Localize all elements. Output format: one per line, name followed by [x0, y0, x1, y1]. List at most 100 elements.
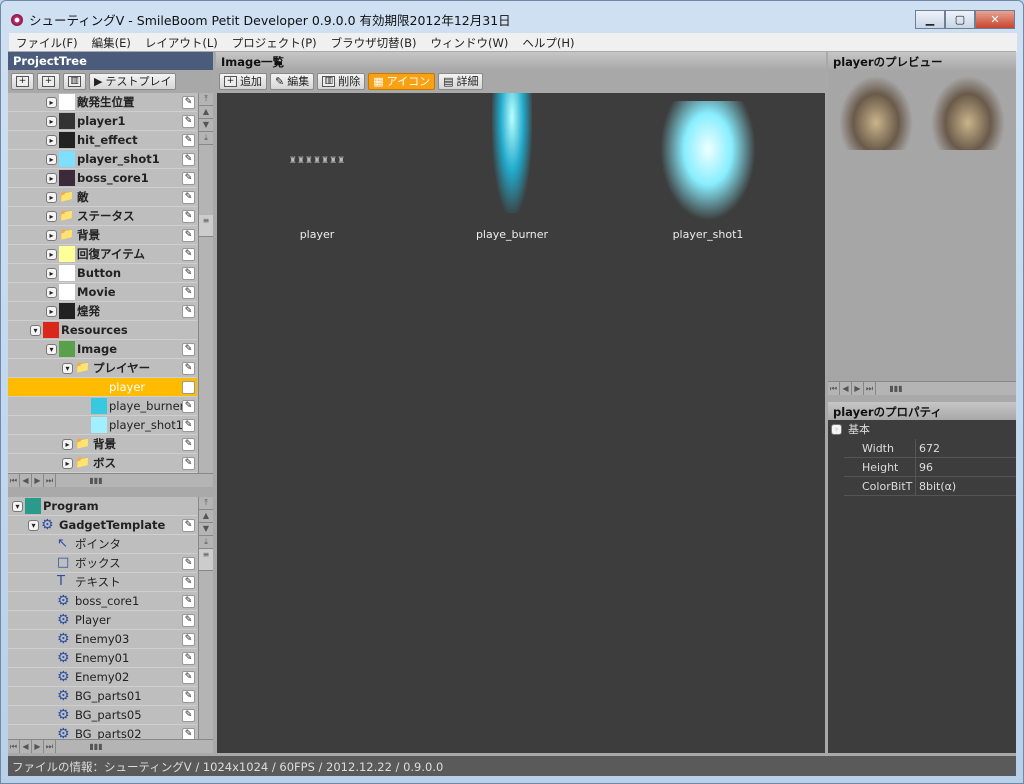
expand-icon[interactable]: ▸ [62, 438, 73, 450]
pencil-icon[interactable]: ✎ [182, 381, 195, 394]
menu-edit[interactable]: 編集(E) [85, 35, 138, 51]
tree-item[interactable]: ▸ 📁 敵 ✎ [8, 188, 197, 207]
tree-item[interactable]: ⚙ BG_parts05 ✎ [8, 706, 197, 725]
tree-item[interactable]: ▸ boss_core1 ✎ [8, 169, 197, 188]
expand-icon[interactable]: ▸ [46, 210, 57, 222]
detail-view-button[interactable]: ▤ 詳細 [438, 72, 484, 90]
tree-item[interactable]: T テキスト ✎ [8, 573, 197, 592]
collapse-icon[interactable]: ▾ [28, 519, 39, 531]
expand-icon[interactable]: ▸ [46, 191, 57, 203]
property-row[interactable]: Height 96 [844, 458, 1016, 477]
pencil-icon[interactable]: ✎ [182, 419, 195, 432]
edit-button[interactable]: ✎ 編集 [270, 72, 315, 90]
pencil-icon[interactable]: ✎ [182, 652, 195, 665]
delete-button[interactable]: ▥ 削除 [317, 72, 366, 90]
tree-item[interactable]: playe_burner ✎ [8, 397, 197, 416]
menu-file[interactable]: ファイル(F) [9, 35, 85, 51]
pencil-icon[interactable]: ✎ [182, 595, 195, 608]
property-row[interactable]: ColorBitT 8bit(α) [844, 477, 1016, 496]
tree-item[interactable]: □ ボックス ✎ [8, 554, 197, 573]
expand-icon[interactable]: ▸ [46, 286, 57, 298]
pencil-icon[interactable]: ✎ [182, 400, 195, 413]
tree-item[interactable]: ▸ player_shot1 ✎ [8, 150, 197, 169]
collapse-icon[interactable]: ▾ [46, 343, 57, 355]
pencil-icon[interactable]: ✎ [182, 229, 195, 242]
testplay-button[interactable]: ▶ テストプレイ [89, 72, 177, 90]
tree-item[interactable]: ⚙ boss_core1 ✎ [8, 592, 197, 611]
menu-help[interactable]: ヘルプ(H) [515, 35, 581, 51]
pencil-icon[interactable]: ✎ [182, 134, 195, 147]
maximize-button[interactable]: ▢ [945, 10, 975, 29]
tree-item[interactable]: ▾ Resources [8, 321, 197, 340]
tree-item[interactable]: ▸ Button ✎ [8, 264, 197, 283]
tree-item[interactable]: ⚙ Enemy03 ✎ [8, 630, 197, 649]
pencil-icon[interactable]: ✎ [182, 576, 195, 589]
minimize-button[interactable]: ▁ [915, 10, 945, 29]
tree-item[interactable]: ▸ 📁 背景 ✎ [8, 226, 197, 245]
pencil-icon[interactable]: ✎ [182, 191, 195, 204]
tree-item[interactable]: ▾ Program [8, 497, 197, 516]
tree-item[interactable]: ▸ 敵発生位置 ✎ [8, 93, 197, 112]
collapse-icon[interactable]: ▾ [12, 500, 23, 512]
expand-icon[interactable]: ▸ [46, 172, 57, 184]
expand-icon[interactable]: ▸ [46, 96, 57, 108]
tree-item[interactable]: ▸ player1 ✎ [8, 112, 197, 131]
pencil-icon[interactable]: ✎ [182, 709, 195, 722]
pencil-icon[interactable]: ✎ [182, 519, 195, 532]
vertical-scrollbar[interactable]: ⤒ ▲ ▼ ⤓ ≡ [198, 93, 213, 473]
tree-item[interactable]: player_shot1 ✎ [8, 416, 197, 435]
tree-item[interactable]: ▾ 📁 プレイヤー ✎ [8, 359, 197, 378]
pencil-icon[interactable]: ✎ [182, 115, 195, 128]
pencil-icon[interactable]: ✎ [182, 305, 195, 318]
pencil-icon[interactable]: ✎ [182, 267, 195, 280]
program-scrollbar[interactable]: ⤒ ▲ ▼ ⤓ ≡ [198, 497, 213, 739]
collapse-icon[interactable]: ▾ [62, 362, 73, 374]
pencil-icon[interactable]: ✎ [182, 438, 195, 451]
tree-item[interactable]: ↖ ポインタ [8, 535, 197, 554]
menu-project[interactable]: プロジェクト(P) [225, 35, 324, 51]
new-folder-button[interactable]: + [11, 72, 34, 90]
expand-icon[interactable]: ▸ [46, 248, 57, 260]
tree-item[interactable]: ⚙ BG_parts02 ✎ [8, 725, 197, 739]
menu-browser[interactable]: ブラウザ切替(B) [324, 35, 424, 51]
tree-item[interactable]: ⚙ Enemy01 ✎ [8, 649, 197, 668]
expand-icon[interactable]: ▸ [46, 115, 57, 127]
new-item-button[interactable]: + [37, 72, 60, 90]
property-row[interactable]: Width 672 [844, 439, 1016, 458]
tree-item[interactable]: player ✎ [8, 378, 197, 397]
pencil-icon[interactable]: ✎ [182, 248, 195, 261]
delete-item-button[interactable]: ▥ [63, 72, 86, 90]
collapse-icon[interactable]: ▾ [30, 324, 41, 336]
tree-item[interactable]: ▾ Image ✎ [8, 340, 197, 359]
pencil-icon[interactable]: ✎ [182, 614, 195, 627]
tree-nav-bar[interactable]: ⏮ ◀ ▶ ⏭ ▮▮▮ [8, 473, 213, 487]
add-button[interactable]: + 追加 [219, 72, 267, 90]
expand-icon[interactable]: ▸ [46, 267, 57, 279]
image-tile-playe-burner[interactable]: playe_burner [432, 93, 592, 241]
pencil-icon[interactable]: ✎ [182, 457, 195, 470]
tree-item[interactable]: ▸ 煌発 ✎ [8, 302, 197, 321]
image-tile-player-shot1[interactable]: player_shot1 [628, 93, 788, 241]
pencil-icon[interactable]: ✎ [182, 633, 195, 646]
tree-item[interactable]: ▾ ⚙ GadgetTemplate ✎ [8, 516, 197, 535]
expand-icon[interactable]: ▸ [46, 229, 57, 241]
menu-layout[interactable]: レイアウト(L) [138, 35, 225, 51]
pencil-icon[interactable]: ✎ [182, 96, 195, 109]
tree-item[interactable]: ▸ 回復アイテム ✎ [8, 245, 197, 264]
tree-item[interactable]: ⚙ BG_parts01 ✎ [8, 687, 197, 706]
icon-view-button[interactable]: ▦ アイコン [368, 72, 436, 90]
close-button[interactable]: ✕ [975, 10, 1015, 29]
tree-item[interactable]: ▸ Movie ✎ [8, 283, 197, 302]
tree-item[interactable]: ▸ 📁 ボス ✎ [8, 454, 197, 473]
program-nav-bar[interactable]: ⏮ ◀ ▶ ⏭ ▮▮▮ [8, 739, 213, 753]
menu-window[interactable]: ウィンドウ(W) [424, 35, 516, 51]
expand-icon[interactable]: ▸ [46, 305, 57, 317]
tree-item[interactable]: ⚙ Player ✎ [8, 611, 197, 630]
expand-icon[interactable]: ▸ [62, 457, 73, 469]
pencil-icon[interactable]: ✎ [182, 690, 195, 703]
tree-item[interactable]: ▸ hit_effect ✎ [8, 131, 197, 150]
pencil-icon[interactable]: ✎ [182, 671, 195, 684]
pencil-icon[interactable]: ✎ [182, 286, 195, 299]
pencil-icon[interactable]: ✎ [182, 210, 195, 223]
tree-item[interactable]: ⚙ Enemy02 ✎ [8, 668, 197, 687]
